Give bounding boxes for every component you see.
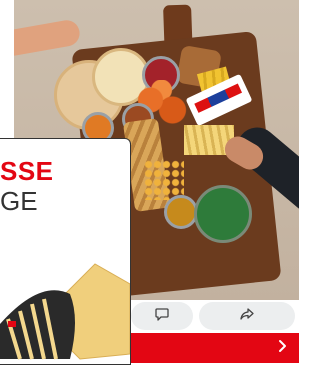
share-icon <box>239 306 255 327</box>
comment-button[interactable] <box>131 302 193 330</box>
honey-bowl <box>164 195 198 229</box>
share-button[interactable] <box>199 302 295 330</box>
ad-card[interactable]: SSE GE <box>0 138 131 365</box>
comment-icon <box>154 306 170 327</box>
cheese-wedge-image <box>0 263 130 360</box>
nuts <box>144 160 184 200</box>
salad-bowl <box>194 185 252 243</box>
swiss-flag-icon <box>8 321 16 327</box>
headline-line2: GE <box>0 186 38 216</box>
headline-line1: SSE <box>0 156 54 186</box>
cta-button[interactable] <box>131 333 299 363</box>
chevron-right-icon <box>275 339 299 358</box>
action-bar <box>131 302 299 330</box>
left-arm <box>14 18 82 58</box>
